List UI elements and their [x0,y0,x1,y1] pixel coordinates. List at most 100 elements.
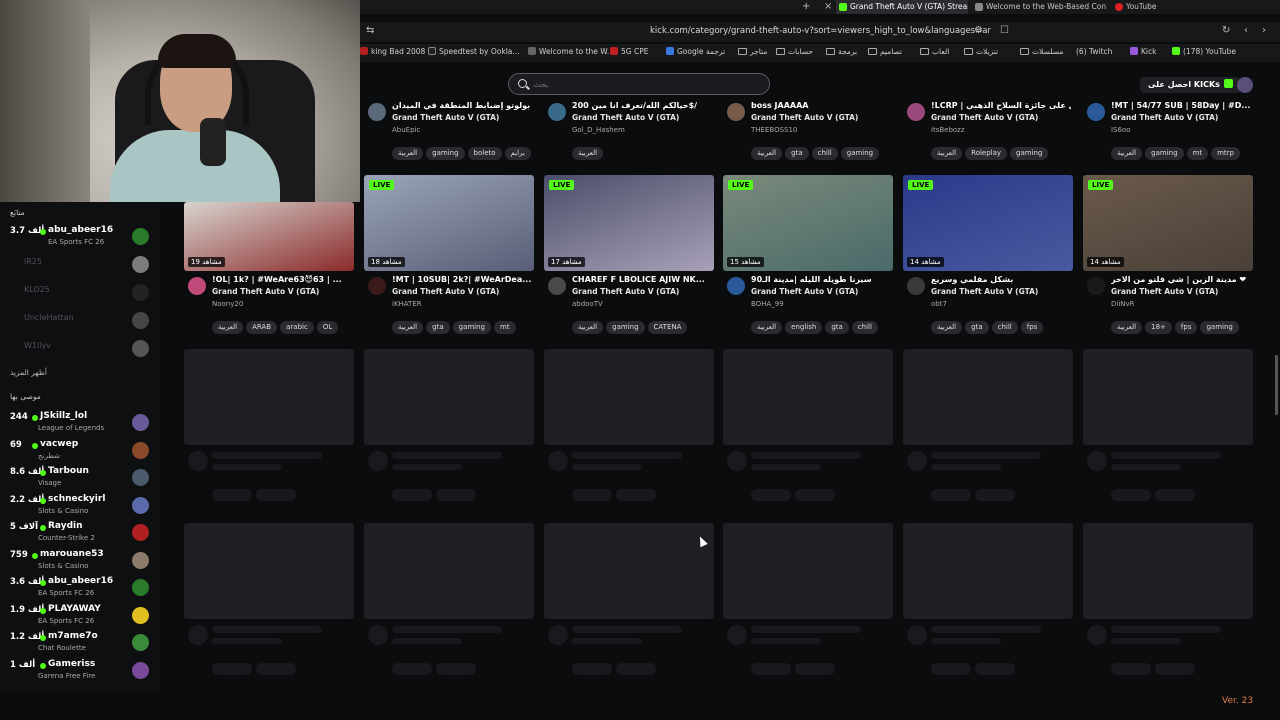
stream-tag[interactable]: العربية [572,321,604,334]
streamer-name[interactable]: iKHATER [392,300,422,308]
stream-tag[interactable]: العربية [751,147,783,160]
stream-category[interactable]: Grand Theft Auto V (GTA) [392,113,499,122]
stream-title[interactable]: !OL| 1k? | #WeAre63😈63 | ... [212,275,352,284]
streamer-name[interactable]: THEEBOSS10 [751,126,797,134]
stream-tag[interactable]: chill [851,321,878,334]
streamer-avatar[interactable] [1087,277,1105,295]
stream-card[interactable]: !MT | 54/77 SUB | 58Day | #D... Grand The… [1083,0,1253,160]
stream-tag[interactable]: chill [991,321,1018,334]
stream-card[interactable]: حيالكم الله/تعرف انا مين 200$/ Grand Thef… [544,0,714,160]
stream-tag[interactable]: gta [785,147,809,160]
streamer-avatar[interactable] [907,103,925,121]
streamer-avatar[interactable] [727,277,745,295]
stream-tag[interactable]: chill [811,147,838,160]
stream-title[interactable]: !MT | 10SUB| 2k?| #WeArDea... [392,275,532,284]
stream-category[interactable]: Grand Theft Auto V (GTA) [931,287,1038,296]
streamer-avatar[interactable] [548,277,566,295]
stream-tag[interactable]: gaming [426,147,465,160]
stream-card[interactable]: LIVE 18 مشاهد !MT | 10SUB| 2k?| #WeArDea..… [364,175,534,335]
stream-thumbnail[interactable]: LIVE 14 مشاهد [903,175,1073,271]
streamer-avatar[interactable] [368,277,386,295]
stream-card[interactable]: 19 مشاهد !OL| 1k? | #WeAre63😈63 | ... Gran… [184,175,354,335]
stream-tag[interactable]: العربية [212,321,244,334]
stream-tag[interactable]: english [785,321,823,334]
stream-tag[interactable]: mt [1186,147,1209,160]
stream-tag[interactable]: gaming [606,321,645,334]
stream-title[interactable]: مدينة الزين | شي قلتو من الاخر ❤ [1111,275,1251,284]
stream-thumbnail[interactable]: 19 مشاهد [184,202,354,271]
streamer-name[interactable]: obt7 [931,300,947,308]
stream-tag[interactable]: fps [1174,321,1198,334]
stream-tag[interactable]: gta [426,321,450,334]
stream-card[interactable]: مقاطعة بولوتو إضبابط المنطقة في الميدان G… [364,0,534,160]
stream-title[interactable]: مقاطعة بولوتو إضبابط المنطقة في الميدان [392,101,532,110]
streamer-avatar[interactable] [1087,103,1105,121]
stream-tag[interactable]: gaming [840,147,880,160]
stream-tag[interactable]: Roleplay [965,147,1008,160]
stream-tag[interactable]: gaming [1010,147,1049,160]
streamer-avatar[interactable] [727,103,745,121]
stream-tag[interactable]: العربية [1111,147,1143,160]
stream-category[interactable]: Grand Theft Auto V (GTA) [931,113,1038,122]
stream-tag[interactable]: gaming [1200,321,1239,334]
stream-category[interactable]: Grand Theft Auto V (GTA) [572,113,679,122]
stream-tag[interactable]: gta [825,321,849,334]
stream-tag[interactable]: العربية [1111,321,1143,334]
stream-title[interactable]: بشكل مفلمي وسريع [931,275,1071,284]
stream-category[interactable]: Grand Theft Auto V (GTA) [1111,287,1218,296]
stream-category[interactable]: Grand Theft Auto V (GTA) [1111,113,1218,122]
stream-card[interactable]: LIVE 17 مشاهد CHAREF F LBOLICE AJIW NK... G… [544,175,714,335]
stream-tag[interactable]: العربية [572,147,604,160]
stream-tag[interactable]: fps [1020,321,1044,334]
stream-tag[interactable]: mt [494,321,516,334]
stream-thumbnail[interactable]: LIVE 18 مشاهد [364,175,534,271]
streamer-avatar[interactable] [907,277,925,295]
stream-card[interactable]: LIVE 15 مشاهد سيرنا طويله الليله |مدينة ال… [723,175,893,335]
stream-card[interactable]: boss JAAAAA Grand Theft Auto V (GTA) THEEB… [723,0,893,160]
stream-tag[interactable]: العربية [392,147,424,160]
streamer-name[interactable]: AbuEpic [392,126,420,134]
stream-title[interactable]: سيرنا طويله الليله |مدينة الـ90 [751,275,891,284]
stream-category[interactable]: Grand Theft Auto V (GTA) [392,287,499,296]
stream-tag[interactable]: CATENA [647,321,688,334]
stream-tag[interactable]: 18+ [1145,321,1172,334]
stream-thumbnail[interactable]: LIVE 15 مشاهد [723,175,893,271]
stream-tag[interactable]: arabic [280,321,314,334]
stream-tag[interactable]: gta [965,321,989,334]
streamer-name[interactable]: BOHA_99 [751,300,784,308]
streamer-name[interactable]: itsBebozz [931,126,965,134]
stream-category[interactable]: Grand Theft Auto V (GTA) [751,287,858,296]
streamer-name[interactable]: abdooTV [572,300,603,308]
stream-tag[interactable]: العربية [392,321,424,334]
stream-tag[interactable]: OL [316,321,339,334]
stream-category[interactable]: Grand Theft Auto V (GTA) [751,113,858,122]
stream-tag[interactable]: ARAB [246,321,278,334]
stream-card[interactable]: LIVE 14 مشاهد مدينة الزين | شي قلتو من الا… [1083,175,1253,335]
stream-thumbnail[interactable]: LIVE 17 مشاهد [544,175,714,271]
stream-tag[interactable]: gaming [1145,147,1184,160]
streamer-avatar[interactable] [548,103,566,121]
stream-title[interactable]: !MT | 54/77 SUB | 58Day | #D... [1111,101,1251,110]
stream-tag[interactable]: العربية [931,147,963,160]
stream-title[interactable]: حيالكم الله/تعرف انا مين 200$/ [572,101,712,110]
streamer-avatar[interactable] [368,103,386,121]
stream-title[interactable]: CHAREF F LBOLICE AJIW NK... [572,275,712,284]
streamer-name[interactable]: IS6oo [1111,126,1131,134]
stream-tag[interactable]: العربية [931,321,963,334]
streamer-name[interactable]: Noony20 [212,300,243,308]
streamer-name[interactable]: DiiNvR [1111,300,1135,308]
stream-card[interactable]: !LCRP | حصل على جائزة السلاح الذهبي... Gr… [903,0,1073,160]
stream-card[interactable]: LIVE 14 مشاهد بشكل مفلمي وسريع Grand Theft … [903,175,1073,335]
streamer-avatar[interactable] [188,277,206,295]
stream-tag[interactable]: mtrp [1211,147,1240,160]
stream-title[interactable]: boss JAAAAA [751,101,891,110]
stream-tag[interactable]: العربية [751,321,783,334]
stream-category[interactable]: Grand Theft Auto V (GTA) [212,287,319,296]
stream-tag[interactable]: برايم [504,147,531,160]
stream-thumbnail[interactable]: LIVE 14 مشاهد [1083,175,1253,271]
scrollbar-thumb[interactable] [1275,355,1278,415]
stream-tag[interactable]: gaming [452,321,492,334]
stream-category[interactable]: Grand Theft Auto V (GTA) [572,287,679,296]
streamer-name[interactable]: Gol_D_Hashem [572,126,625,134]
stream-title[interactable]: !LCRP | حصل على جائزة السلاح الذهبي... [931,101,1071,110]
